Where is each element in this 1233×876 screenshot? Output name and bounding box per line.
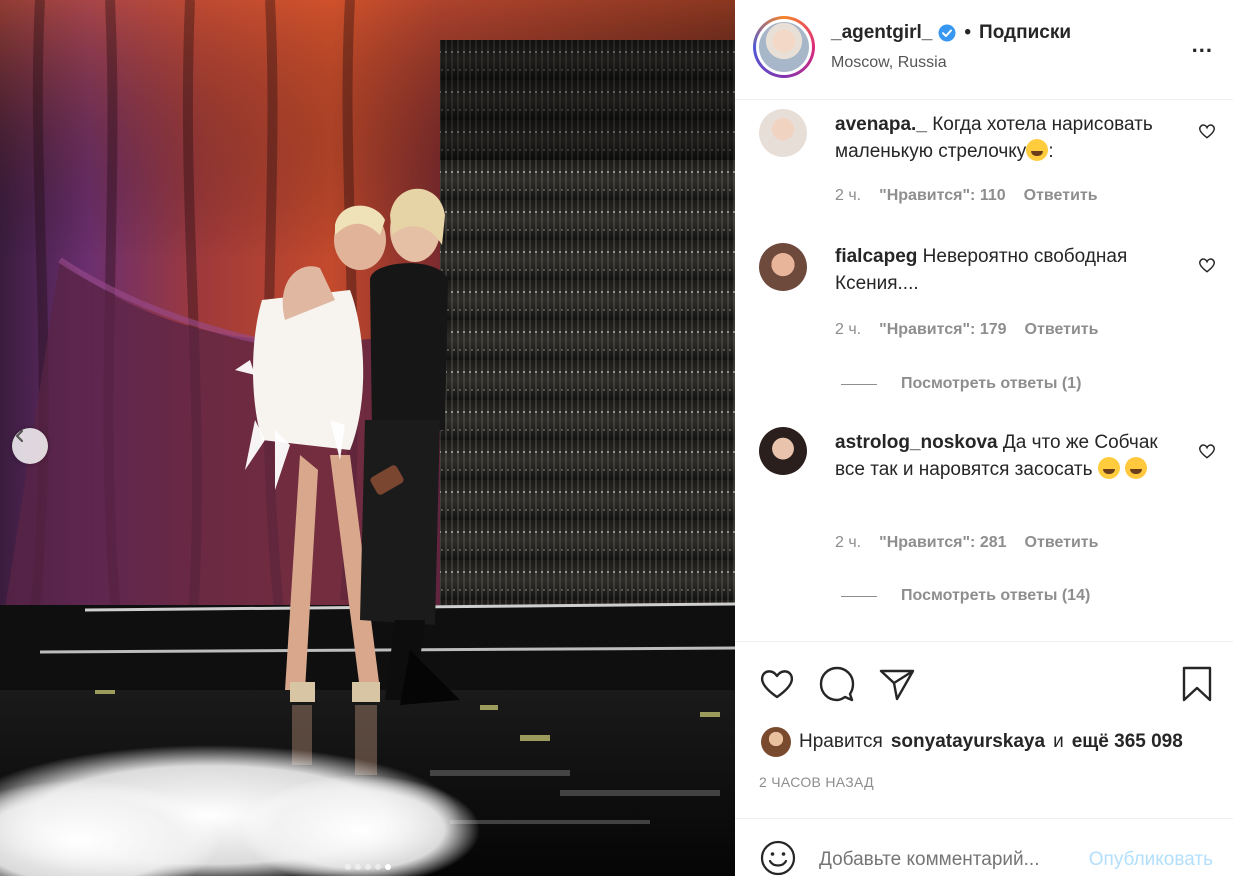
carousel-dot: [364, 864, 371, 870]
replies-divider-line: [841, 383, 877, 385]
comment-meta: 2 ч. "Нравится": 281 Ответить: [835, 534, 1098, 552]
author-avatar[interactable]: [753, 16, 815, 78]
likes-prefix: Нравится: [799, 731, 883, 752]
view-replies-label: Посмотреть ответы (14): [901, 587, 1091, 604]
more-options-icon[interactable]: ...: [1192, 32, 1213, 58]
carousel-prev-button[interactable]: [12, 428, 48, 464]
chevron-left-icon: [15, 429, 24, 443]
verified-badge-icon: [938, 24, 956, 42]
carousel-dot: [344, 864, 351, 870]
post-actions-bar: [735, 641, 1233, 729]
carousel-dot: [374, 864, 381, 870]
view-replies-label: Посмотреть ответы (1): [901, 375, 1082, 392]
likes-connector: и: [1053, 731, 1064, 752]
commenter-username[interactable]: fialcapeg: [835, 246, 917, 267]
publish-button[interactable]: Опубликовать: [1089, 849, 1213, 871]
comment-meta: 2 ч. "Нравится": 110 Ответить: [835, 187, 1098, 205]
like-heart-icon[interactable]: [757, 664, 797, 704]
reply-button[interactable]: Ответить: [1024, 187, 1098, 205]
comment-text: avenapa._ Когда хотела нарисовать малень…: [835, 111, 1185, 165]
share-send-icon[interactable]: [877, 664, 917, 704]
post-photo: [0, 0, 735, 876]
view-replies-button[interactable]: Посмотреть ответы (1): [841, 375, 1081, 393]
likes-summary: Нравится sonyatayurskaya и ещё 365 098: [761, 727, 1183, 757]
commenter-avatar[interactable]: [759, 109, 807, 157]
comment-time[interactable]: 2 ч.: [835, 534, 861, 552]
carousel-dot: [354, 864, 361, 870]
post-side-panel: _agentgirl_ • Подписки Moscow, Russia ..…: [735, 0, 1233, 876]
laughing-emoji-icon: [1097, 457, 1120, 479]
reply-button[interactable]: Ответить: [1025, 321, 1099, 339]
hugging-emoji-icon: [1125, 457, 1148, 479]
view-replies-button[interactable]: Посмотреть ответы (14): [841, 587, 1090, 605]
comment-likes[interactable]: "Нравится": 281: [879, 534, 1006, 552]
liker-avatar[interactable]: [761, 727, 791, 757]
comment-text: fialcapeg Невероятно свободная Ксения...…: [835, 243, 1185, 297]
reply-button[interactable]: Ответить: [1025, 534, 1099, 552]
separator-dot: •: [964, 22, 972, 43]
post-time[interactable]: 2 ЧАСОВ НАЗАД: [759, 774, 874, 790]
comment-likes[interactable]: "Нравится": 110: [879, 187, 1006, 205]
comment-bubble-icon[interactable]: [817, 664, 857, 704]
following-button[interactable]: Подписки: [979, 22, 1071, 44]
carousel-indicator: [0, 864, 735, 870]
carousel-dot-active: [384, 864, 391, 870]
post-location[interactable]: Moscow, Russia: [831, 54, 947, 72]
laughing-emoji-icon: [1026, 139, 1049, 161]
likes-count[interactable]: ещё 365 098: [1072, 731, 1183, 753]
commenter-avatar[interactable]: [759, 427, 807, 475]
comment-likes[interactable]: "Нравится": 179: [879, 321, 1006, 339]
comment-time[interactable]: 2 ч.: [835, 321, 861, 339]
stage-scene-image: [0, 0, 735, 876]
comment-time[interactable]: 2 ч.: [835, 187, 861, 205]
comment-text: astrolog_noskova Да что же Собчак все та…: [835, 429, 1185, 483]
commenter-username[interactable]: avenapa._: [835, 114, 927, 135]
like-comment-heart-icon[interactable]: [1197, 121, 1217, 141]
comments-list: avenapa._ Когда хотела нарисовать малень…: [735, 101, 1233, 641]
commenter-avatar[interactable]: [759, 243, 807, 291]
comment-body-suffix: :: [1048, 141, 1054, 162]
replies-divider-line: [841, 595, 877, 597]
comment-input[interactable]: [819, 849, 1069, 871]
author-line: _agentgirl_ • Подписки: [831, 22, 1071, 44]
emoji-picker-icon[interactable]: [759, 839, 797, 876]
author-username[interactable]: _agentgirl_: [831, 22, 932, 44]
like-comment-heart-icon[interactable]: [1197, 441, 1217, 461]
liker-username[interactable]: sonyatayurskaya: [891, 731, 1045, 753]
comment-meta: 2 ч. "Нравится": 179 Ответить: [835, 321, 1098, 339]
post-header: _agentgirl_ • Подписки Moscow, Russia ..…: [735, 0, 1233, 100]
like-comment-heart-icon[interactable]: [1197, 255, 1217, 275]
add-comment-bar: Опубликовать: [735, 818, 1233, 876]
commenter-username[interactable]: astrolog_noskova: [835, 432, 998, 453]
save-bookmark-icon[interactable]: [1177, 664, 1217, 704]
